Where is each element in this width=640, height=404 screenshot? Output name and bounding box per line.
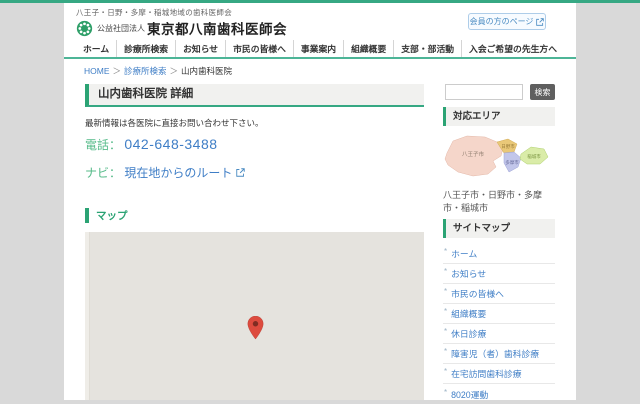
main-nav: ホーム 診療所検索 お知らせ 市民の皆様へ 事業案内 組織概要 支部・部活動 入… [64, 40, 576, 59]
sitemap-list: * ホーム * お知らせ * 市民の皆様へ * 組織概要 * 休日診療 * 障害… [443, 244, 555, 404]
phone-row: 電話： 042-648-3488 [85, 136, 218, 153]
sitemap-heading: サイトマップ [443, 219, 555, 238]
asterisk-bullet-icon: * [444, 267, 447, 276]
nav-item-branches[interactable]: 支部・部活動 [393, 40, 461, 57]
sitemap-item-8020[interactable]: * 8020運動 [443, 384, 555, 404]
breadcrumb-current: 山内歯科医院 [181, 66, 232, 76]
navi-row: ナビ： 現在地からのルート [85, 164, 245, 181]
sitemap-item-disabled-care[interactable]: * 障害児（者）歯科診療 [443, 344, 555, 364]
nav-item-clinic-search[interactable]: 診療所検索 [116, 40, 175, 57]
breadcrumb: HOME＞診療所検索＞山内歯科医院 [84, 65, 232, 77]
phone-label: 電話： [85, 138, 121, 152]
service-area-map: 八王子市 日野市 多摩市 稲城市 [443, 131, 555, 187]
member-page-button[interactable]: 会員の方のページ [468, 13, 546, 30]
sitemap-item-home-visit[interactable]: * 在宅訪問歯科診療 [443, 364, 555, 384]
service-area-text: 八王子市・日野市・多摩市・稲城市 [443, 189, 555, 215]
nav-item-home[interactable]: ホーム [76, 40, 116, 57]
sitemap-item-label: 組織概要 [451, 307, 486, 320]
sitemap-item-label: 在宅訪問歯科診療 [451, 367, 521, 380]
org-prefix: 公益社団法人 [97, 23, 145, 34]
nav-item-organization[interactable]: 組織概要 [343, 40, 393, 57]
sitemap-item-organization[interactable]: * 組織概要 [443, 304, 555, 324]
sitemap-item-home[interactable]: * ホーム [443, 244, 555, 264]
nav-item-join[interactable]: 入会ご希望の先生方へ [461, 40, 564, 57]
page-container: 八王子・日野・多摩・稲城地域の歯科医師会 公益社団法人 東京都八南歯科医師会 会… [64, 3, 576, 400]
asterisk-bullet-icon: * [444, 307, 447, 316]
asterisk-bullet-icon: * [444, 327, 447, 336]
sitemap-item-label: 障害児（者）歯科診療 [451, 347, 539, 360]
nav-item-news[interactable]: お知らせ [175, 40, 225, 57]
contact-note: 最新情報は各医院に直接お問い合わせ下さい。 [85, 117, 264, 129]
asterisk-bullet-icon: * [444, 247, 447, 256]
asterisk-bullet-icon: * [444, 287, 447, 296]
breadcrumb-separator: ＞ [170, 66, 179, 76]
region-label-hino: 日野市 [501, 143, 515, 150]
sitemap-item-label: 市民の皆様へ [451, 287, 504, 300]
asterisk-bullet-icon: * [444, 367, 447, 376]
external-link-icon [236, 168, 245, 177]
phone-number: 042-648-3488 [124, 136, 217, 152]
region-label-inagi: 稲城市 [527, 153, 541, 160]
sitemap-item-label: 8020運動 [451, 388, 488, 401]
heading-accent-bar [85, 208, 89, 223]
sitemap-item-news[interactable]: * お知らせ [443, 264, 555, 284]
nav-item-citizens[interactable]: 市民の皆様へ [225, 40, 293, 57]
org-logo-icon [76, 20, 93, 37]
sitemap-item-label: ホーム [451, 247, 477, 260]
site-brand[interactable]: 公益社団法人 東京都八南歯科医師会 [76, 18, 287, 38]
map-pin-icon[interactable] [247, 316, 264, 340]
asterisk-bullet-icon: * [444, 347, 447, 356]
map-tile-edge [85, 232, 90, 400]
page-title: 山内歯科医院 詳細 [85, 84, 424, 107]
org-name: 東京都八南歯科医師会 [147, 18, 287, 38]
breadcrumb-section-link[interactable]: 診療所検索 [124, 66, 167, 76]
map-heading-label: マップ [96, 208, 128, 223]
site-tagline: 八王子・日野・多摩・稲城地域の歯科医師会 [76, 7, 232, 18]
map-section-heading: マップ [85, 208, 128, 223]
map-canvas[interactable] [85, 232, 424, 400]
service-area-heading: 対応エリア [443, 107, 555, 126]
route-from-current-location-link[interactable]: 現在地からのルート [124, 166, 232, 180]
sitemap-item-label: お知らせ [451, 267, 486, 280]
sitemap-item-holiday-care[interactable]: * 休日診療 [443, 324, 555, 344]
sidebar-search: 検索 [445, 84, 555, 100]
breadcrumb-home-link[interactable]: HOME [84, 66, 110, 76]
region-label-tama: 多摩市 [505, 159, 519, 166]
sitemap-item-citizens[interactable]: * 市民の皆様へ [443, 284, 555, 304]
external-link-icon [536, 18, 544, 26]
search-input[interactable] [445, 84, 523, 100]
navi-label: ナビ： [85, 166, 121, 180]
asterisk-bullet-icon: * [444, 388, 447, 397]
sitemap-item-label: 休日診療 [451, 327, 486, 340]
region-label-hachioji: 八王子市 [462, 150, 485, 158]
search-button[interactable]: 検索 [530, 84, 555, 100]
breadcrumb-separator: ＞ [113, 66, 122, 76]
nav-item-business[interactable]: 事業案内 [293, 40, 343, 57]
member-page-button-label: 会員の方のページ [470, 16, 534, 27]
